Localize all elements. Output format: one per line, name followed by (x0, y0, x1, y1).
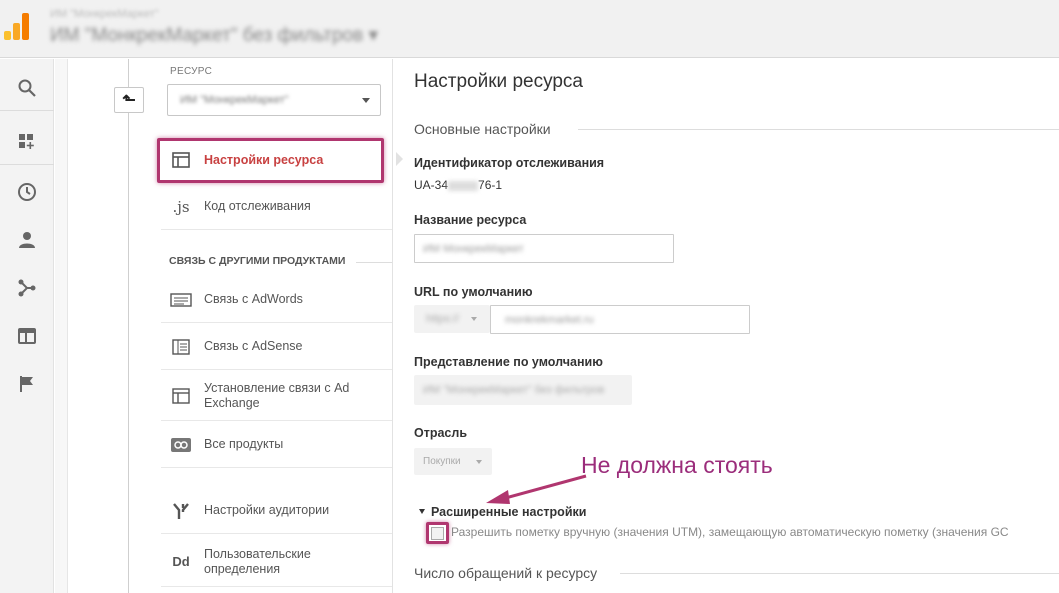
panel-divider (392, 59, 393, 593)
active-pointer (396, 152, 403, 166)
top-bar: ИМ "МонкрекМаркет" ИМ "МонкрекМаркет" бе… (0, 0, 1059, 58)
admin-divider (128, 59, 129, 593)
menu-item-label: Связь с AdSense (204, 339, 303, 353)
section-title-linking: СВЯЗЬ С ДРУГИМИ ПРОДУКТАМИ (169, 255, 346, 267)
chevron-down-icon (471, 317, 477, 321)
annotation-highlight-menu (157, 138, 384, 183)
menu-item-label: Настройки аудитории (204, 503, 330, 517)
panel-gutter (55, 59, 68, 593)
menu-item-custom-definitions[interactable]: Dd Пользовательские определения (161, 537, 392, 587)
default-url-label: URL по умолчанию (414, 285, 533, 299)
analytics-logo-icon[interactable] (4, 12, 30, 40)
industry-value: Покупки (423, 456, 461, 467)
industry-label: Отрасль (414, 426, 468, 440)
property-select[interactable]: ИМ "МонкрекМаркет" (167, 84, 381, 116)
menu-item-label: Пользовательские определения (204, 546, 311, 576)
chevron-down-icon (362, 98, 370, 103)
adwords-icon (170, 291, 192, 309)
adexchange-icon (170, 387, 192, 405)
tracking-id-value: UA-34 76-1 (414, 178, 503, 192)
search-icon[interactable] (0, 65, 54, 111)
display-icon[interactable] (0, 313, 54, 359)
adsense-icon (170, 338, 192, 356)
menu-item-adexchange[interactable]: Установление связи с Ad Exchange (161, 371, 392, 421)
property-name-input[interactable]: ИМ МонкрекМаркет (414, 234, 674, 263)
menu-item-adsense[interactable]: Связь с AdSense (161, 324, 392, 370)
menu-item-all-products[interactable]: Все продукты (161, 422, 392, 468)
menu-item-label: Все продукты (204, 437, 284, 451)
person-icon[interactable] (0, 217, 54, 263)
page-title: Настройки ресурса (414, 71, 583, 92)
annotation-text: Не должна стоять (581, 452, 773, 478)
back-button[interactable]: ⬑ (114, 87, 144, 113)
property-name-label: Название ресурса (414, 213, 527, 227)
default-view-select[interactable]: ИМ "МонкрекМаркет" без фильтров (414, 375, 632, 405)
section-basic-settings: Основные настройки (414, 121, 551, 137)
menu-item-tracking-code[interactable]: .js Код отслеживания (161, 184, 392, 230)
back-arrow-icon: ⬑ (122, 92, 136, 109)
section-hits: Число обращений к ресурсу (414, 565, 598, 581)
menu-item-adwords[interactable]: Связь с AdWords (161, 277, 392, 323)
annotation-highlight-checkbox (426, 522, 449, 544)
flag-icon[interactable] (0, 361, 54, 407)
clock-icon[interactable] (0, 169, 54, 215)
section-divider (356, 262, 392, 263)
collapse-triangle-icon[interactable] (419, 509, 425, 514)
industry-select[interactable]: Покупки (414, 448, 492, 475)
chevron-down-icon (476, 460, 482, 464)
advanced-settings-toggle[interactable]: Расширенные настройки (431, 505, 586, 519)
account-selector[interactable]: ИМ "МонкрекМаркет" без фильтров ▾ (50, 24, 378, 47)
link-icon (170, 436, 192, 454)
manual-tagging-label: Разрешить пометку вручную (значения UTM)… (451, 525, 1009, 539)
account-subtitle: ИМ "МонкрекМаркет" (50, 8, 159, 20)
dashboard-icon[interactable] (0, 119, 54, 165)
share-icon[interactable] (0, 265, 54, 311)
dd-icon: Dd (172, 554, 190, 569)
section-divider (620, 573, 1059, 574)
menu-item-label: Код отслеживания (204, 199, 311, 213)
default-view-label: Представление по умолчанию (414, 355, 603, 369)
menu-item-label: Связь с AdWords (204, 292, 303, 306)
js-icon: .js (172, 197, 190, 216)
annotation-arrow (486, 474, 587, 504)
left-navigation (0, 59, 54, 593)
audience-icon (170, 502, 192, 520)
property-label: РЕСУРС (170, 66, 213, 77)
tracking-id-label: Идентификатор отслеживания (414, 156, 605, 170)
menu-item-label: Установление связи с Ad Exchange (204, 380, 350, 410)
protocol-select[interactable]: https:// (414, 305, 490, 333)
menu-item-audience[interactable]: Настройки аудитории (161, 488, 392, 534)
section-divider (578, 129, 1059, 130)
default-url-input[interactable]: monkrekmarket.ru (490, 305, 750, 334)
property-select-value: ИМ "МонкрекМаркет" (180, 94, 289, 106)
